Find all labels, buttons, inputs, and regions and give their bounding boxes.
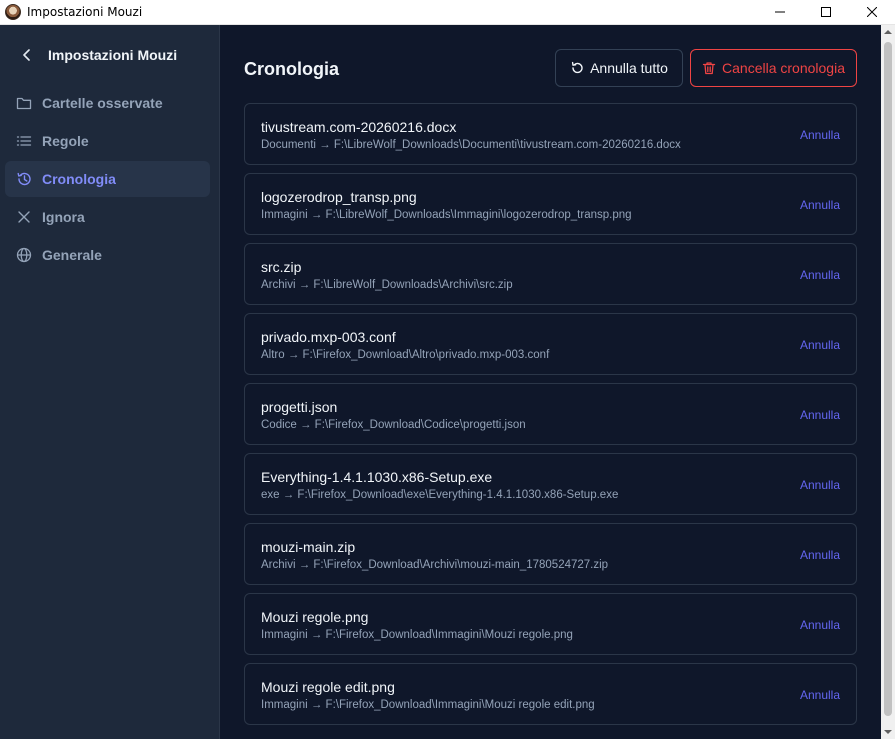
sidebar-item-label: Cartelle osservate xyxy=(42,95,163,111)
close-button[interactable] xyxy=(849,0,895,25)
app-logo-icon xyxy=(5,4,21,20)
title-bar: Impostazioni Mouzi xyxy=(0,0,895,25)
clear-history-button[interactable]: Cancella cronologia xyxy=(690,49,857,87)
file-destination: Codice → F:\Firefox_Download\Codice\prog… xyxy=(261,419,526,431)
history-row: progetti.json Codice → F:\Firefox_Downlo… xyxy=(244,383,857,445)
sidebar-header: Impostazioni Mouzi xyxy=(0,25,219,85)
undo-link[interactable]: Annulla xyxy=(800,408,840,422)
undo-all-label: Annulla tutto xyxy=(590,60,668,76)
triangle-up-icon xyxy=(884,30,892,34)
history-list: tivustream.com-20260216.docx Documenti →… xyxy=(244,103,857,733)
file-destination: Documenti → F:\LibreWolf_Downloads\Docum… xyxy=(261,139,681,151)
history-row: src.zip Archivi → F:\LibreWolf_Downloads… xyxy=(244,243,857,305)
file-destination: Immagini → F:\LibreWolf_Downloads\Immagi… xyxy=(261,209,632,221)
file-name: Mouzi regole edit.png xyxy=(261,679,395,695)
chevron-left-icon xyxy=(23,49,30,61)
x-icon xyxy=(15,208,33,226)
scrollbar-thumb[interactable] xyxy=(884,42,892,716)
window-title: Impostazioni Mouzi xyxy=(27,5,143,19)
file-destination: Archivi → F:\Firefox_Download\Archivi\mo… xyxy=(261,559,609,571)
sidebar-item-ignora[interactable]: Ignora xyxy=(5,199,210,235)
minimize-icon xyxy=(775,11,785,13)
maximize-icon xyxy=(821,7,831,17)
undo-link[interactable]: Annulla xyxy=(800,478,840,492)
history-icon xyxy=(15,170,33,188)
file-destination: Altro → F:\Firefox_Download\Altro\privad… xyxy=(261,349,550,361)
history-row: mouzi-main.zip Archivi → F:\Firefox_Down… xyxy=(244,523,857,585)
sidebar-item-label: Regole xyxy=(42,133,89,149)
sidebar-item-regole[interactable]: Regole xyxy=(5,123,210,159)
close-icon xyxy=(867,7,877,17)
back-button[interactable] xyxy=(19,47,35,63)
undo-all-button[interactable]: Annulla tutto xyxy=(555,49,683,87)
file-name: logozerodrop_transp.png xyxy=(261,189,417,205)
undo-link[interactable]: Annulla xyxy=(800,268,840,282)
undo-icon xyxy=(570,61,584,75)
sidebar-title: Impostazioni Mouzi xyxy=(48,47,178,63)
minimize-button[interactable] xyxy=(757,0,803,25)
sidebar-item-label: Ignora xyxy=(42,209,85,225)
undo-link[interactable]: Annulla xyxy=(800,548,840,562)
history-row: tivustream.com-20260216.docx Documenti →… xyxy=(244,103,857,165)
main-panel: Cronologia Annulla tutto Cancella cronol… xyxy=(221,25,881,739)
sidebar-item-label: Cronologia xyxy=(42,171,116,187)
undo-link[interactable]: Annulla xyxy=(800,338,840,352)
vertical-scrollbar[interactable] xyxy=(881,25,895,739)
history-row: privado.mxp-003.conf Altro → F:\Firefox_… xyxy=(244,313,857,375)
file-name: privado.mxp-003.conf xyxy=(261,329,396,345)
sidebar-item-generale[interactable]: Generale xyxy=(5,237,210,273)
file-destination: Archivi → F:\LibreWolf_Downloads\Archivi… xyxy=(261,279,513,291)
sidebar-item-cronologia[interactable]: Cronologia xyxy=(5,161,210,197)
clear-history-label: Cancella cronologia xyxy=(722,60,845,76)
history-row: Mouzi regole edit.png Immagini → F:\Fire… xyxy=(244,663,857,725)
sidebar-nav: Cartelle osservate Regole Cronologia Ign… xyxy=(0,85,219,273)
file-destination: Immagini → F:\Firefox_Download\Immagini\… xyxy=(261,699,595,711)
history-row: Mouzi regole.png Immagini → F:\Firefox_D… xyxy=(244,593,857,655)
undo-link[interactable]: Annulla xyxy=(800,128,840,142)
file-name: mouzi-main.zip xyxy=(261,539,356,555)
scroll-down-button[interactable] xyxy=(881,725,895,739)
scroll-up-button[interactable] xyxy=(881,25,895,39)
file-name: tivustream.com-20260216.docx xyxy=(261,119,457,135)
file-destination: Immagini → F:\Firefox_Download\Immagini\… xyxy=(261,629,573,641)
undo-link[interactable]: Annulla xyxy=(800,688,840,702)
sidebar-item-label: Generale xyxy=(42,247,102,263)
sidebar-item-cartelle-osservate[interactable]: Cartelle osservate xyxy=(5,85,210,121)
undo-link[interactable]: Annulla xyxy=(800,198,840,212)
globe-icon xyxy=(15,246,33,264)
file-name: src.zip xyxy=(261,259,302,275)
triangle-down-icon xyxy=(884,730,892,734)
file-destination: exe → F:\Firefox_Download\exe\Everything… xyxy=(261,489,619,501)
list-icon xyxy=(15,132,33,150)
sidebar: Impostazioni Mouzi Cartelle osservate Re… xyxy=(0,25,220,739)
maximize-button[interactable] xyxy=(803,0,849,25)
file-name: progetti.json xyxy=(261,399,338,415)
history-row: Everything-1.4.1.1030.x86-Setup.exe exe … xyxy=(244,453,857,515)
folder-icon xyxy=(15,94,33,112)
undo-link[interactable]: Annulla xyxy=(800,618,840,632)
file-name: Mouzi regole.png xyxy=(261,609,369,625)
window-controls xyxy=(757,0,895,25)
history-row: logozerodrop_transp.png Immagini → F:\Li… xyxy=(244,173,857,235)
page-title: Cronologia xyxy=(244,59,339,79)
trash-icon xyxy=(702,61,716,75)
file-name: Everything-1.4.1.1030.x86-Setup.exe xyxy=(261,469,493,485)
